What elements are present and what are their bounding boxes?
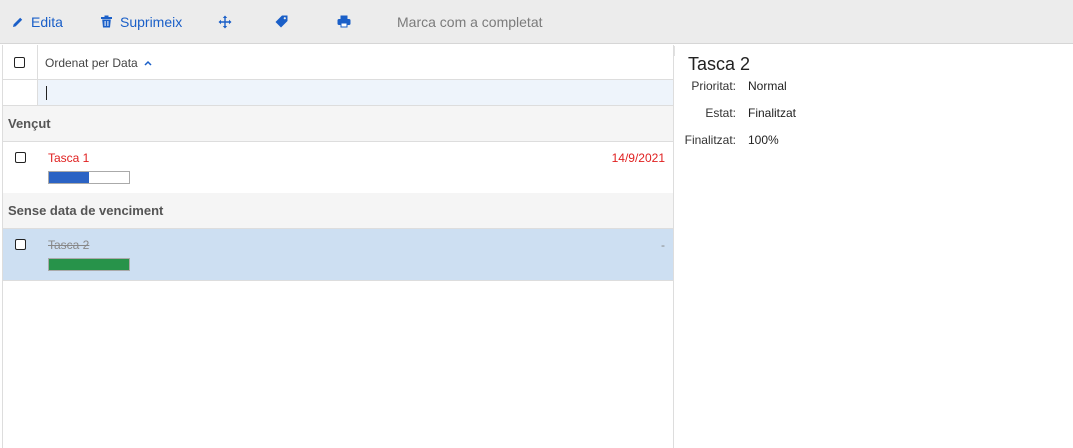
- delete-label: Suprimeix: [120, 13, 183, 30]
- percent-complete-value: 100%: [748, 133, 779, 147]
- select-all-cell: [3, 45, 38, 80]
- task-progress-bar: [48, 171, 130, 184]
- list-header: Ordenat per Data: [3, 45, 673, 80]
- task-name: Tasca 2: [48, 238, 90, 252]
- task-progress-fill: [49, 259, 129, 270]
- status-value: Finalitzat: [748, 106, 797, 120]
- priority-value: Normal: [748, 79, 787, 93]
- group-header-no-due-date[interactable]: Sense data de venciment: [3, 193, 673, 229]
- move-button[interactable]: [218, 0, 232, 43]
- task-list-panel: Ordenat per Data Vençut Tasca 1 14/9/202…: [2, 45, 674, 448]
- edit-button[interactable]: Edita: [12, 0, 63, 43]
- move-arrows-icon: [218, 15, 232, 28]
- filter-input[interactable]: [38, 80, 673, 105]
- select-all-checkbox[interactable]: [14, 57, 25, 68]
- tag-icon: [275, 15, 288, 28]
- task-detail-panel: Tasca 2 Prioritat: Normal Estat: Finalit…: [675, 45, 1073, 448]
- detail-title: Tasca 2: [688, 54, 751, 74]
- pencil-icon: [13, 17, 23, 27]
- task-row[interactable]: Tasca 1 14/9/2021: [3, 142, 673, 194]
- toolbar: Edita Suprimeix Marca com a completat: [0, 0, 1073, 44]
- priority-label: Prioritat:: [691, 79, 736, 93]
- sort-by-date-button[interactable]: Ordenat per Data: [45, 56, 152, 70]
- percent-complete-label: Finalitzat:: [684, 133, 736, 147]
- task-checkbox[interactable]: [15, 239, 26, 250]
- sort-label: Ordenat per Data: [45, 56, 138, 70]
- status-label: Estat:: [705, 106, 736, 120]
- delete-button[interactable]: Suprimeix: [100, 0, 182, 43]
- group-header-overdue[interactable]: Vençut: [3, 106, 673, 142]
- chevron-up-icon: [144, 60, 152, 66]
- text-caret: [46, 86, 47, 100]
- task-checkbox[interactable]: [15, 152, 26, 163]
- task-row[interactable]: Tasca 2 -: [3, 229, 673, 281]
- task-name: Tasca 1: [48, 151, 90, 165]
- edit-label: Edita: [31, 13, 63, 30]
- task-due-date: 14/9/2021: [611, 151, 665, 165]
- tag-button[interactable]: [275, 0, 288, 43]
- filter-row: [3, 80, 673, 106]
- mark-complete-label: Marca com a completat: [397, 13, 543, 30]
- mark-complete-button[interactable]: Marca com a completat: [397, 0, 543, 43]
- task-due-date: -: [661, 238, 665, 252]
- task-progress-fill: [49, 172, 89, 183]
- task-progress-bar: [48, 258, 130, 271]
- printer-icon: [337, 15, 351, 28]
- trash-icon: [101, 15, 112, 28]
- filter-blank-cell: [3, 80, 38, 105]
- print-button[interactable]: [337, 0, 351, 43]
